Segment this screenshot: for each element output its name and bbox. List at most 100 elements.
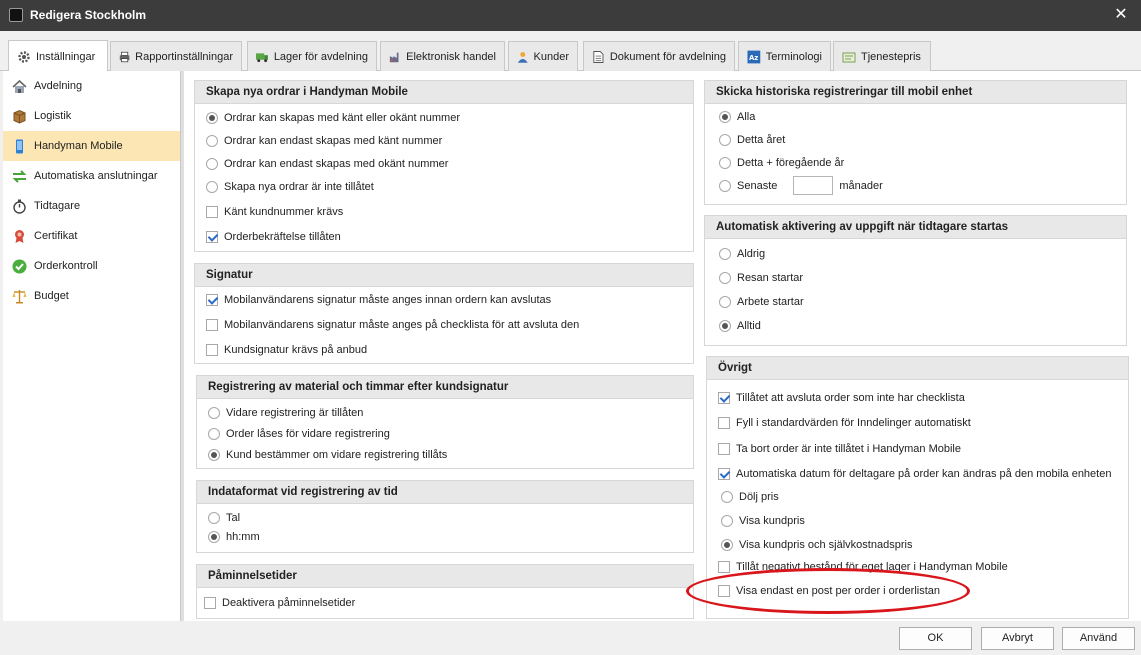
sidebar-item-orderkontroll[interactable]: Orderkontroll — [3, 251, 180, 281]
checkbox-one-post-per-order[interactable]: Visa endast en post per order i orderlis… — [718, 585, 940, 597]
radio-button[interactable] — [719, 111, 731, 123]
sidebar-item-avdelning[interactable]: Avdelning — [3, 71, 180, 101]
truck-icon — [256, 52, 268, 62]
checkbox-signature-checklist[interactable]: Mobilanvändarens signatur måste anges på… — [206, 319, 579, 331]
option-label: Ordrar kan skapas med känt eller okänt n… — [224, 112, 460, 124]
tab-tjenestepris[interactable]: Tjenestepris — [833, 41, 931, 71]
radio-button[interactable] — [719, 248, 731, 260]
checkbox[interactable] — [718, 417, 730, 429]
radio-button[interactable] — [208, 531, 220, 543]
checkbox[interactable] — [204, 597, 216, 609]
option-label: Visa kundpris — [739, 515, 805, 527]
radio-order-locked[interactable]: Order låses för vidare registrering — [208, 428, 390, 440]
radio-button[interactable] — [721, 515, 733, 527]
tab-terminologi[interactable]: Az Terminologi — [738, 41, 831, 71]
radio-button[interactable] — [719, 320, 731, 332]
option-label: Skapa nya ordrar är inte tillåtet — [224, 181, 374, 193]
checkbox[interactable] — [718, 443, 730, 455]
radio-activation-trip-starts[interactable]: Resan startar — [719, 272, 803, 284]
checkbox-auto-dates[interactable]: Automatiska datum för deltagare på order… — [718, 468, 1111, 480]
printer-icon — [119, 51, 130, 62]
radio-customer-decides[interactable]: Kund bestämmer om vidare registrering ti… — [208, 449, 447, 461]
apply-button[interactable]: Använd — [1062, 627, 1135, 650]
sidebar-item-automatiska-anslutningar[interactable]: Automatiska anslutningar — [3, 161, 180, 191]
checkbox[interactable] — [718, 392, 730, 404]
radio-button[interactable] — [721, 491, 733, 503]
tab-dokument[interactable]: Dokument för avdelning — [583, 41, 735, 71]
panel-title: Övrigt — [707, 357, 1128, 380]
radio-button[interactable] — [208, 512, 220, 524]
radio-known-only[interactable]: Ordrar kan endast skapas med känt nummer — [206, 135, 442, 147]
tab-label: Tjenestepris — [861, 50, 921, 63]
radio-button[interactable] — [206, 158, 218, 170]
checkbox-signature-before-close[interactable]: Mobilanvändarens signatur måste anges in… — [206, 294, 551, 306]
radio-activation-never[interactable]: Aldrig — [719, 248, 765, 260]
sidebar-item-logistik[interactable]: Logistik — [3, 101, 180, 131]
checkbox[interactable] — [206, 294, 218, 306]
radio-button[interactable] — [208, 449, 220, 461]
radio-button[interactable] — [208, 407, 220, 419]
checkbox[interactable] — [718, 468, 730, 480]
radio-button[interactable] — [208, 428, 220, 440]
radio-history-all[interactable]: Alla — [719, 111, 755, 123]
checkbox-delete-not-allowed[interactable]: Ta bort order är inte tillåtet i Handyma… — [718, 443, 961, 455]
sidebar-item-tidtagare[interactable]: Tidtagare — [3, 191, 180, 221]
tab-kunder[interactable]: Kunder — [508, 41, 578, 71]
sidebar-item-handyman-mobile[interactable]: Handyman Mobile — [3, 131, 180, 161]
checkbox-close-without-checklist[interactable]: Tillåtet att avsluta order som inte har … — [718, 392, 965, 404]
radio-button[interactable] — [719, 157, 731, 169]
radio-history-this-and-previous[interactable]: Detta + föregående år — [719, 157, 844, 169]
radio-format-number[interactable]: Tal — [208, 512, 240, 524]
radio-activation-always[interactable]: Alltid — [719, 320, 761, 332]
checkbox-known-customer-required[interactable]: Känt kundnummer krävs — [206, 206, 343, 218]
option-label: Kundsignatur krävs på anbud — [224, 344, 368, 356]
sidebar-item-budget[interactable]: Budget — [3, 281, 180, 311]
ok-button[interactable]: OK — [899, 627, 972, 650]
radio-format-hhmm[interactable]: hh:mm — [208, 531, 260, 543]
checkbox[interactable] — [206, 206, 218, 218]
cancel-button[interactable]: Avbryt — [981, 627, 1054, 650]
terminology-icon: Az — [747, 50, 761, 63]
radio-button[interactable] — [721, 539, 733, 551]
radio-button[interactable] — [719, 134, 731, 146]
radio-button[interactable] — [206, 181, 218, 193]
checkbox[interactable] — [206, 344, 218, 356]
radio-known-or-unknown[interactable]: Ordrar kan skapas med känt eller okänt n… — [206, 112, 460, 124]
checkbox[interactable] — [206, 319, 218, 331]
checkbox-fill-defaults[interactable]: Fyll i standardvärden för Inndelinger au… — [718, 417, 971, 429]
radio-activation-work-starts[interactable]: Arbete startar — [719, 296, 804, 308]
months-input[interactable] — [793, 176, 834, 195]
document-icon — [593, 50, 604, 63]
house-icon — [12, 79, 27, 93]
radio-further-registration-allowed[interactable]: Vidare registrering är tillåten — [208, 407, 363, 419]
radio-show-customer-price[interactable]: Visa kundpris — [721, 515, 805, 527]
radio-button[interactable] — [206, 135, 218, 147]
radio-unknown-only[interactable]: Ordrar kan endast skapas med okänt numme… — [206, 158, 448, 170]
checkbox-customer-signature-quote[interactable]: Kundsignatur krävs på anbud — [206, 344, 367, 356]
radio-button[interactable] — [206, 112, 218, 124]
panel-auto-activation: Automatisk aktivering av uppgift när tid… — [704, 215, 1127, 346]
tab-installningar[interactable]: Inställningar — [8, 40, 108, 72]
radio-history-latest[interactable]: Senaste månader — [719, 176, 883, 195]
radio-not-allowed[interactable]: Skapa nya ordrar är inte tillåtet — [206, 181, 374, 193]
close-icon[interactable]: ✕ — [1101, 0, 1141, 31]
tab-rapportinstallningar[interactable]: Rapportinställningar — [110, 41, 242, 71]
radio-show-customer-and-cost-price[interactable]: Visa kundpris och självkostnadspris — [721, 539, 912, 551]
tab-lager[interactable]: Lager för avdelning — [247, 41, 377, 71]
radio-button[interactable] — [719, 272, 731, 284]
sidebar-item-certifikat[interactable]: Certifikat — [3, 221, 180, 251]
tab-elektronisk-handel[interactable]: Elektronisk handel — [380, 41, 505, 71]
checkbox[interactable] — [718, 561, 730, 573]
settings-content: Skapa nya ordrar i Handyman Mobile Ordra… — [184, 71, 1141, 621]
radio-hide-price[interactable]: Dölj pris — [721, 491, 779, 503]
radio-history-this-year[interactable]: Detta året — [719, 134, 785, 146]
checkbox-deactivate-reminders[interactable]: Deaktivera påminnelsetider — [204, 597, 355, 609]
checkbox-order-confirmation[interactable]: Orderbekräftelse tillåten — [206, 231, 341, 243]
radio-button[interactable] — [719, 179, 731, 192]
radio-button[interactable] — [719, 296, 731, 308]
panel-signature: Signatur Mobilanvändarens signatur måste… — [194, 263, 694, 364]
checkbox[interactable] — [718, 585, 730, 597]
app-icon — [9, 8, 23, 22]
checkbox-negative-stock[interactable]: Tillåt negativt bestånd för eget lager i… — [718, 561, 1008, 573]
checkbox[interactable] — [206, 231, 218, 243]
